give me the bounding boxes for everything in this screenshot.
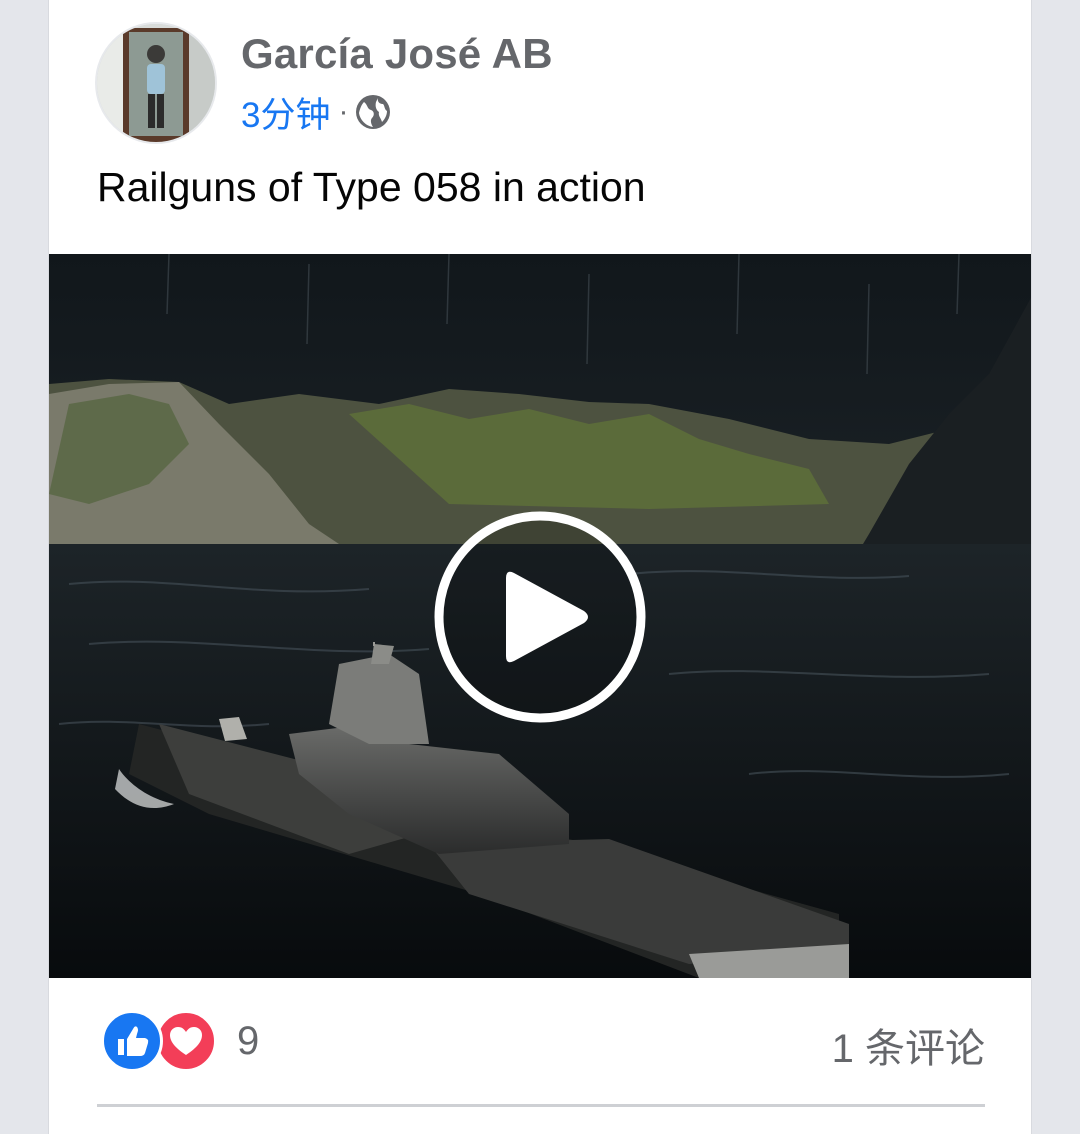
video-player[interactable] xyxy=(49,254,1031,978)
globe-icon[interactable] xyxy=(354,93,392,131)
love-icon xyxy=(155,1010,217,1072)
play-icon xyxy=(434,511,646,723)
footer-divider xyxy=(97,1104,985,1107)
post-card: García José AB 3分钟 · Railguns of Type 05… xyxy=(48,0,1032,1134)
avatar-photo xyxy=(97,24,215,142)
post-time[interactable]: 3分钟 xyxy=(241,87,330,138)
reactions-summary[interactable]: 9 xyxy=(101,1010,260,1072)
author-avatar[interactable] xyxy=(97,24,215,142)
like-icon xyxy=(101,1010,163,1072)
post-footer: 9 1 条评论 xyxy=(97,1000,985,1084)
meta-separator: · xyxy=(338,95,349,128)
author-name[interactable]: García José AB xyxy=(241,30,553,78)
play-button[interactable] xyxy=(434,511,646,723)
comment-count-link[interactable]: 1 条评论 xyxy=(832,1016,985,1074)
post-meta: 3分钟 · xyxy=(241,88,392,136)
reaction-count: 9 xyxy=(237,1018,260,1063)
post-caption: Railguns of Type 058 in action xyxy=(97,164,646,210)
